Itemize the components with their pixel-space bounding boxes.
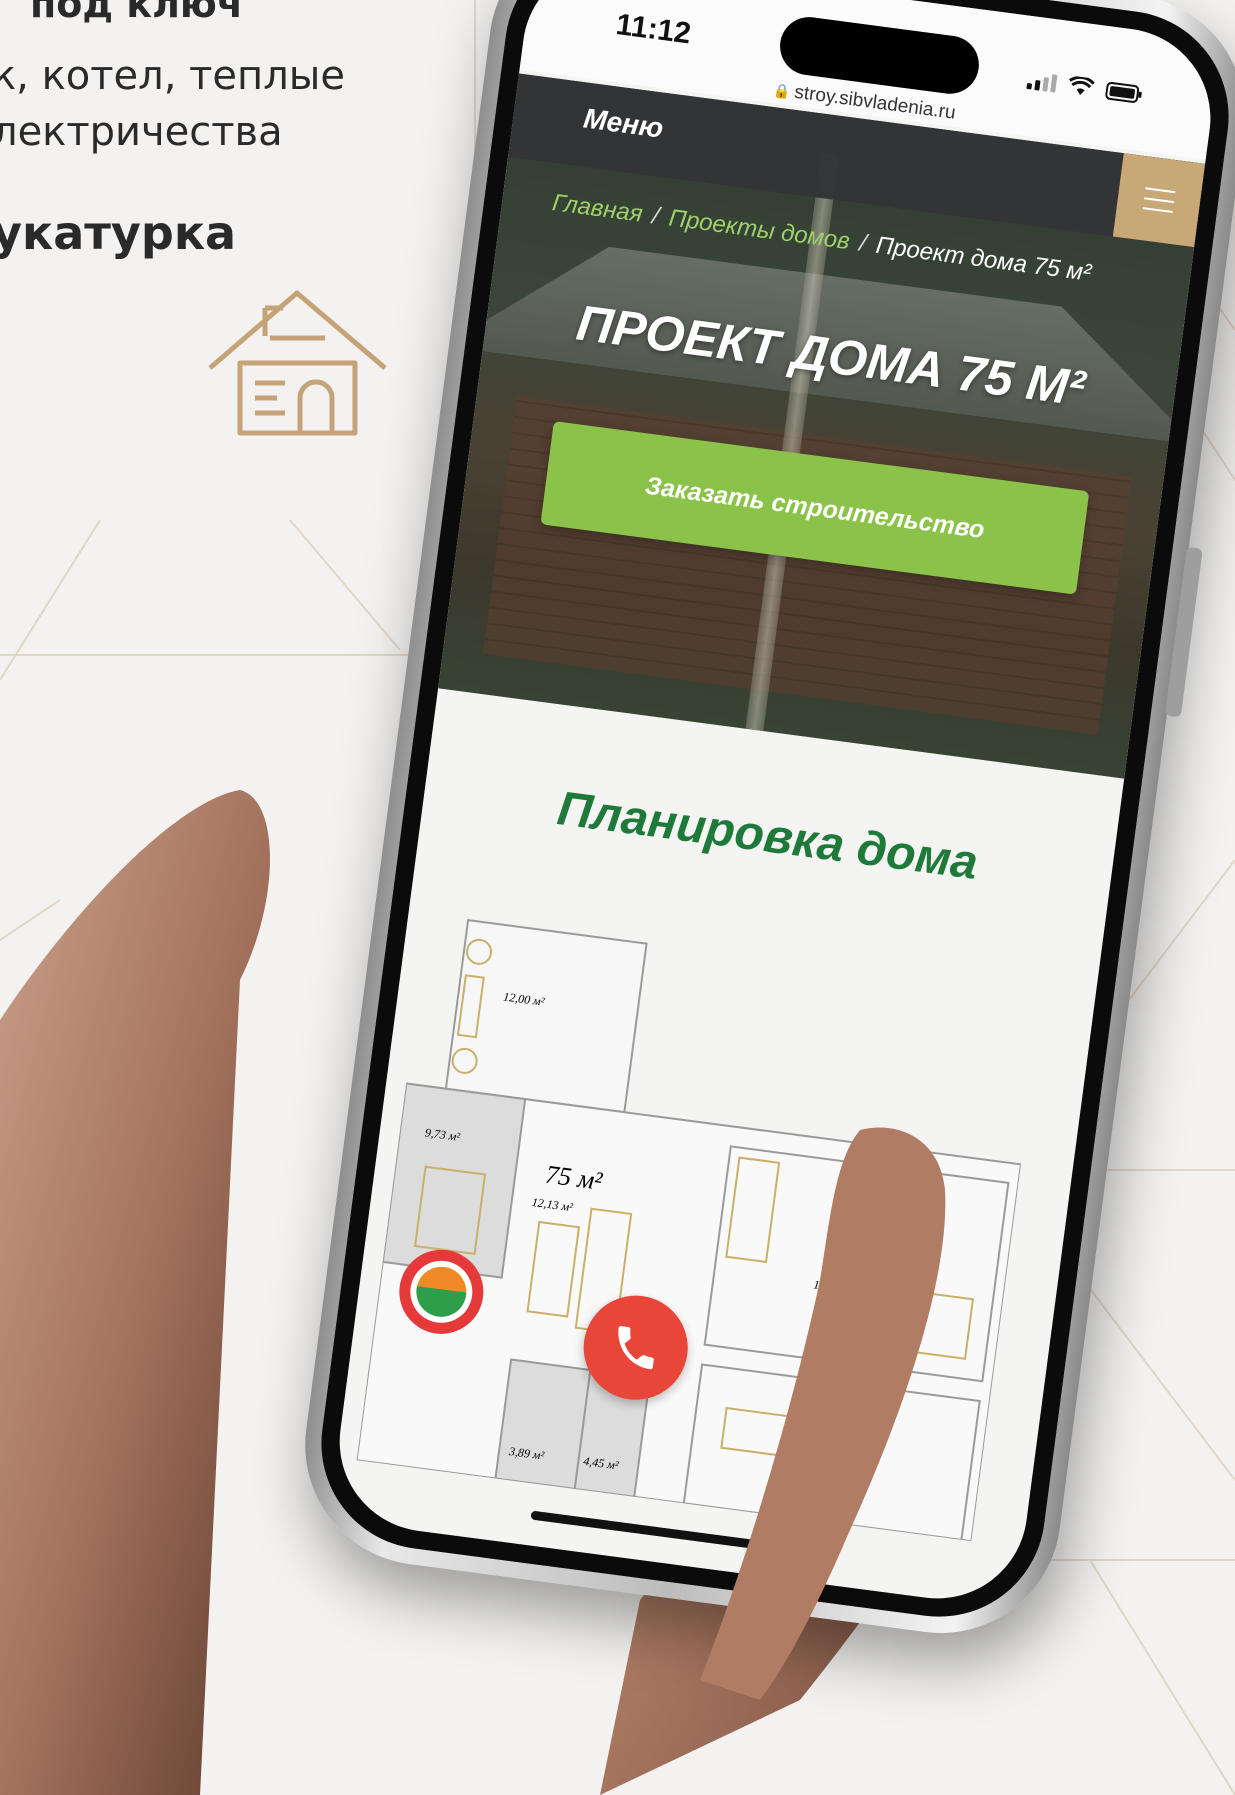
breadcrumb-separator: / — [650, 202, 661, 230]
status-time: 11:12 — [614, 7, 693, 51]
wifi-icon — [1068, 75, 1095, 95]
home-indicator — [530, 1510, 770, 1551]
status-icons — [1026, 70, 1145, 105]
battery-icon — [1105, 81, 1142, 103]
breadcrumb-separator: / — [857, 229, 868, 258]
breadcrumb-home[interactable]: Главная — [551, 189, 645, 228]
breadcrumb-current: Проект дома 75 м² — [874, 231, 1093, 287]
menu-label[interactable]: Меню — [582, 103, 665, 145]
phone-icon — [618, 1326, 654, 1370]
signal-icon — [1026, 71, 1058, 93]
section-title: Планировка дома — [554, 782, 981, 890]
floor-plan: 12,00 м² 9,73 м² 75 м² 12,13 м² 12,44 м²… — [356, 919, 1023, 1542]
hero-section: Меню Главная / Проекты домов / Проект дома 7… — [438, 73, 1206, 779]
burger-icon — [1142, 187, 1176, 214]
logo-icon — [406, 1257, 477, 1327]
menu-button[interactable] — [1112, 153, 1206, 248]
lock-icon: 🔒 — [772, 81, 792, 101]
